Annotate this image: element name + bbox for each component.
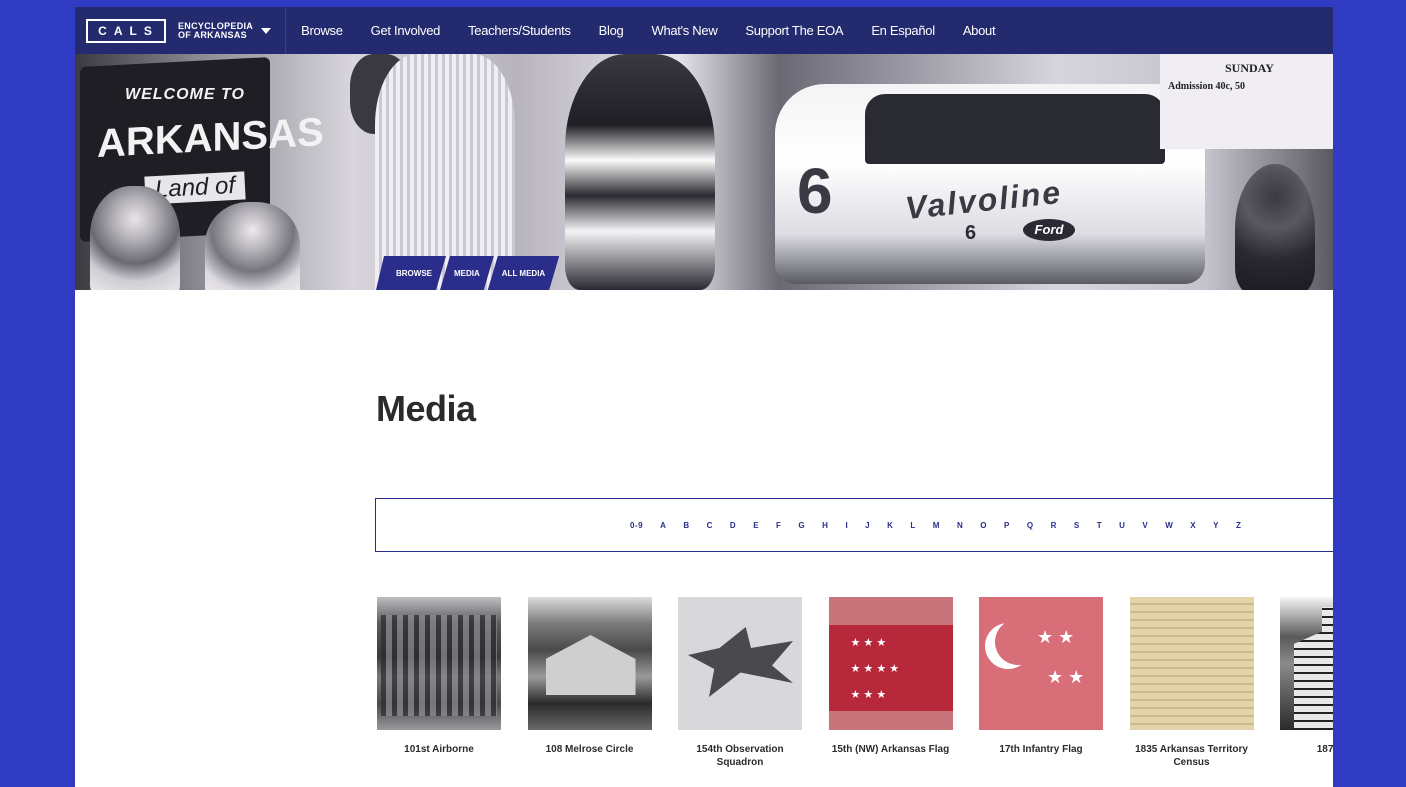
alpha-filter-i[interactable]: I bbox=[845, 521, 848, 530]
alpha-filter-x[interactable]: X bbox=[1190, 521, 1196, 530]
media-caption[interactable]: 17th Infantry Flag bbox=[979, 743, 1103, 756]
alpha-filter-d[interactable]: D bbox=[730, 521, 736, 530]
alpha-filter-e[interactable]: E bbox=[753, 521, 759, 530]
media-card[interactable]: 1870s B Cl bbox=[1280, 597, 1333, 769]
race-car-side-number: 6 bbox=[797, 155, 833, 227]
media-card[interactable]: 108 Melrose Circle bbox=[527, 597, 652, 769]
hero-banner: WELCOME TO ARKANSAS Land of 6 Valvoline … bbox=[75, 54, 1333, 290]
media-card[interactable]: 1835 Arkansas Territory Census bbox=[1129, 597, 1254, 769]
breadcrumb: BROWSE MEDIA ALL MEDIA bbox=[376, 256, 553, 290]
alpha-filter-c[interactable]: C bbox=[707, 521, 713, 530]
nav-link-teachers-students[interactable]: Teachers/Students bbox=[468, 23, 571, 38]
media-caption[interactable]: 154th Observation Squadron bbox=[678, 743, 802, 769]
alpha-filter-b[interactable]: B bbox=[683, 521, 689, 530]
boy-photo bbox=[205, 202, 300, 290]
nav-link-whats-new[interactable]: What's New bbox=[651, 23, 717, 38]
alphabet-filter: 0-9 A B C D E F G H I J K L M N O P Q R … bbox=[375, 498, 1333, 552]
basketball-player-photo bbox=[565, 54, 715, 290]
alpha-filter-m[interactable]: M bbox=[933, 521, 940, 530]
nav-link-support[interactable]: Support The EOA bbox=[745, 23, 843, 38]
alpha-filter-f[interactable]: F bbox=[776, 521, 781, 530]
alpha-filter-k[interactable]: K bbox=[887, 521, 893, 530]
media-caption[interactable]: 101st Airborne bbox=[377, 743, 501, 756]
eoa-logo-line2: OF ARKANSAS bbox=[178, 29, 247, 40]
media-grid: 101st Airborne 108 Melrose Circle 154th … bbox=[377, 597, 1333, 769]
media-card[interactable]: 154th Observation Squadron bbox=[678, 597, 802, 769]
alpha-filter-g[interactable]: G bbox=[798, 521, 805, 530]
alpha-filter-w[interactable]: W bbox=[1165, 521, 1173, 530]
breadcrumb-browse[interactable]: BROWSE bbox=[376, 256, 446, 290]
newspaper-sunday-text: SUNDAY bbox=[1225, 61, 1274, 75]
media-caption[interactable]: 15th (NW) Arkansas Flag bbox=[829, 743, 953, 756]
alpha-filter-a[interactable]: A bbox=[660, 521, 666, 530]
alpha-filter-o[interactable]: O bbox=[980, 521, 987, 530]
race-car-windshield bbox=[865, 94, 1165, 164]
alpha-filter-s[interactable]: S bbox=[1074, 521, 1080, 530]
alpha-filter-t[interactable]: T bbox=[1097, 521, 1102, 530]
alpha-filter-q[interactable]: Q bbox=[1027, 521, 1034, 530]
alpha-filter-v[interactable]: V bbox=[1142, 521, 1148, 530]
alpha-filter-r[interactable]: R bbox=[1051, 521, 1057, 530]
newspaper-admission-text: Admission 40c, 50 bbox=[1168, 81, 1245, 92]
media-thumbnail[interactable] bbox=[678, 597, 802, 730]
alpha-filter-j[interactable]: J bbox=[865, 521, 870, 530]
alpha-filter-u[interactable]: U bbox=[1119, 521, 1125, 530]
chevron-down-icon[interactable] bbox=[261, 27, 272, 34]
media-thumbnail[interactable] bbox=[527, 597, 652, 730]
cals-logo[interactable]: CALS bbox=[86, 18, 166, 43]
nav-link-about[interactable]: About bbox=[963, 23, 996, 38]
otter-photo bbox=[1235, 164, 1315, 290]
media-thumbnail[interactable] bbox=[828, 597, 953, 730]
nav-divider bbox=[285, 7, 287, 54]
nav-link-browse[interactable]: Browse bbox=[301, 23, 343, 38]
nav-link-blog[interactable]: Blog bbox=[599, 23, 624, 38]
media-card[interactable]: 101st Airborne bbox=[377, 597, 501, 769]
nav-links: Browse Get Involved Teachers/Students Bl… bbox=[301, 23, 1023, 38]
media-thumbnail[interactable] bbox=[979, 597, 1103, 730]
media-caption[interactable]: 108 Melrose Circle bbox=[528, 743, 652, 756]
alpha-filter-h[interactable]: H bbox=[822, 521, 828, 530]
page-title: Media bbox=[376, 388, 476, 429]
alpha-filter-y[interactable]: Y bbox=[1213, 521, 1219, 530]
girl-photo bbox=[90, 186, 180, 290]
media-thumbnail[interactable] bbox=[377, 597, 501, 730]
alpha-filter-n[interactable]: N bbox=[957, 521, 963, 530]
alpha-filter-p[interactable]: P bbox=[1004, 521, 1010, 530]
media-thumbnail[interactable] bbox=[1129, 597, 1254, 730]
alpha-filter-0-9[interactable]: 0-9 bbox=[630, 521, 643, 530]
media-caption[interactable]: 1870s B Cl bbox=[1280, 743, 1333, 756]
player-striped-photo bbox=[375, 54, 515, 290]
race-car-ford-badge: Ford bbox=[1023, 219, 1075, 241]
media-card[interactable]: 15th (NW) Arkansas Flag bbox=[828, 597, 953, 769]
race-car-hood-number: 6 bbox=[965, 222, 977, 244]
eoa-logo[interactable]: ENCYCLOPEDIA OF ARKANSAS bbox=[178, 21, 253, 40]
nav-link-espanol[interactable]: En Español bbox=[871, 23, 935, 38]
browser-viewport: CALS ENCYCLOPEDIA OF ARKANSAS Browse Get… bbox=[75, 7, 1333, 787]
alpha-filter-z[interactable]: Z bbox=[1236, 521, 1241, 530]
sign-welcome-text: WELCOME TO bbox=[125, 86, 245, 103]
media-thumbnail[interactable] bbox=[1280, 597, 1333, 730]
media-caption[interactable]: 1835 Arkansas Territory Census bbox=[1130, 743, 1254, 769]
nav-link-get-involved[interactable]: Get Involved bbox=[371, 23, 441, 38]
breadcrumb-media[interactable]: MEDIA bbox=[440, 256, 494, 290]
breadcrumb-all-media[interactable]: ALL MEDIA bbox=[488, 256, 559, 290]
top-navigation: CALS ENCYCLOPEDIA OF ARKANSAS Browse Get… bbox=[75, 7, 1333, 54]
alpha-filter-l[interactable]: L bbox=[910, 521, 915, 530]
media-card[interactable]: 17th Infantry Flag bbox=[979, 597, 1103, 769]
